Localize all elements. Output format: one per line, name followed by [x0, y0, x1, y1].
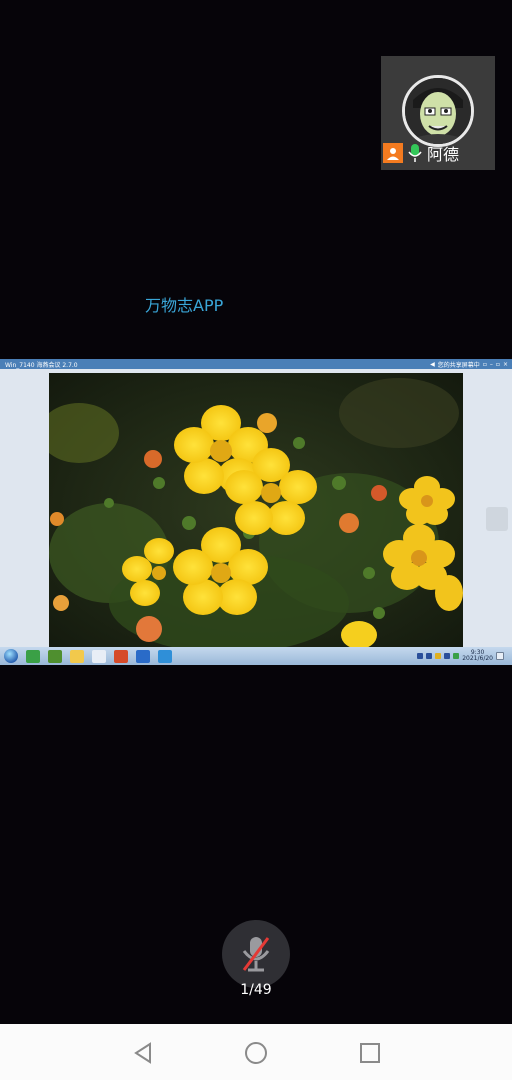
shared-workarea — [0, 369, 512, 647]
participant-tile[interactable]: 阿德 — [381, 56, 495, 170]
participant-avatar — [402, 75, 474, 147]
back-button[interactable] — [128, 1038, 158, 1068]
flower-photo — [49, 373, 463, 647]
shared-window-titlebar: Win_7140 海燕会议 2.7.0 ◀ 您的共享屏幕中 ▫ – ▫ × — [0, 359, 512, 369]
participant-name: 阿德 — [427, 145, 460, 164]
tray-icon — [417, 653, 424, 659]
tray-icon — [426, 653, 433, 659]
system-navigation-bar — [0, 1024, 512, 1080]
mic-muted-icon — [242, 937, 270, 972]
maximize-icon: ▫ — [495, 360, 500, 368]
taskbar-browser-icon — [48, 649, 62, 663]
speaker-icon: ◀ — [430, 360, 435, 368]
participant-footer: 阿德 — [381, 142, 495, 164]
taskbar-folder-icon — [70, 649, 84, 663]
minimize-icon: – — [489, 360, 493, 368]
taskbar-explorer-icon — [92, 649, 106, 663]
watermark-text: 万物志APP — [145, 296, 224, 315]
person-icon — [383, 143, 403, 163]
taskbar-meeting-icon — [136, 649, 150, 663]
tray-icon — [453, 653, 460, 659]
tray-icon — [435, 653, 442, 659]
tray-date: 2021/6/20 — [462, 655, 493, 662]
mic-on-icon — [407, 143, 423, 163]
close-icon: × — [502, 360, 508, 368]
shared-window-title: Win_7140 海燕会议 2.7.0 — [5, 361, 78, 369]
side-panel-handle[interactable] — [486, 507, 508, 531]
show-desktop-icon — [496, 652, 504, 660]
home-button[interactable] — [241, 1038, 271, 1068]
recent-apps-button[interactable] — [355, 1038, 385, 1068]
start-button-icon — [4, 649, 18, 663]
pin-icon: ▫ — [482, 360, 487, 368]
taskbar-presentation-icon — [114, 649, 128, 663]
home-circle-icon — [245, 1042, 267, 1064]
tray-icon — [444, 653, 451, 659]
shared-screen[interactable]: Win_7140 海燕会议 2.7.0 ◀ 您的共享屏幕中 ▫ – ▫ × 9:… — [0, 359, 512, 665]
shared-titlebar-right: ◀ 您的共享屏幕中 ▫ – ▫ × — [430, 359, 508, 369]
windows-taskbar: 9:30 2021/6/20 — [0, 647, 512, 665]
tray-clock: 9:30 2021/6/20 — [462, 650, 493, 662]
avatar-illustration — [405, 78, 471, 144]
titlebar-status: 您的共享屏幕中 — [437, 361, 480, 369]
mute-button[interactable] — [222, 920, 290, 988]
recent-square-icon — [360, 1043, 380, 1063]
page-counter: 1/49 — [240, 982, 272, 998]
system-tray: 9:30 2021/6/20 — [417, 649, 504, 663]
taskbar-app-icon — [26, 649, 40, 663]
taskbar-internet-icon — [158, 649, 172, 663]
back-triangle-icon — [134, 1042, 151, 1064]
